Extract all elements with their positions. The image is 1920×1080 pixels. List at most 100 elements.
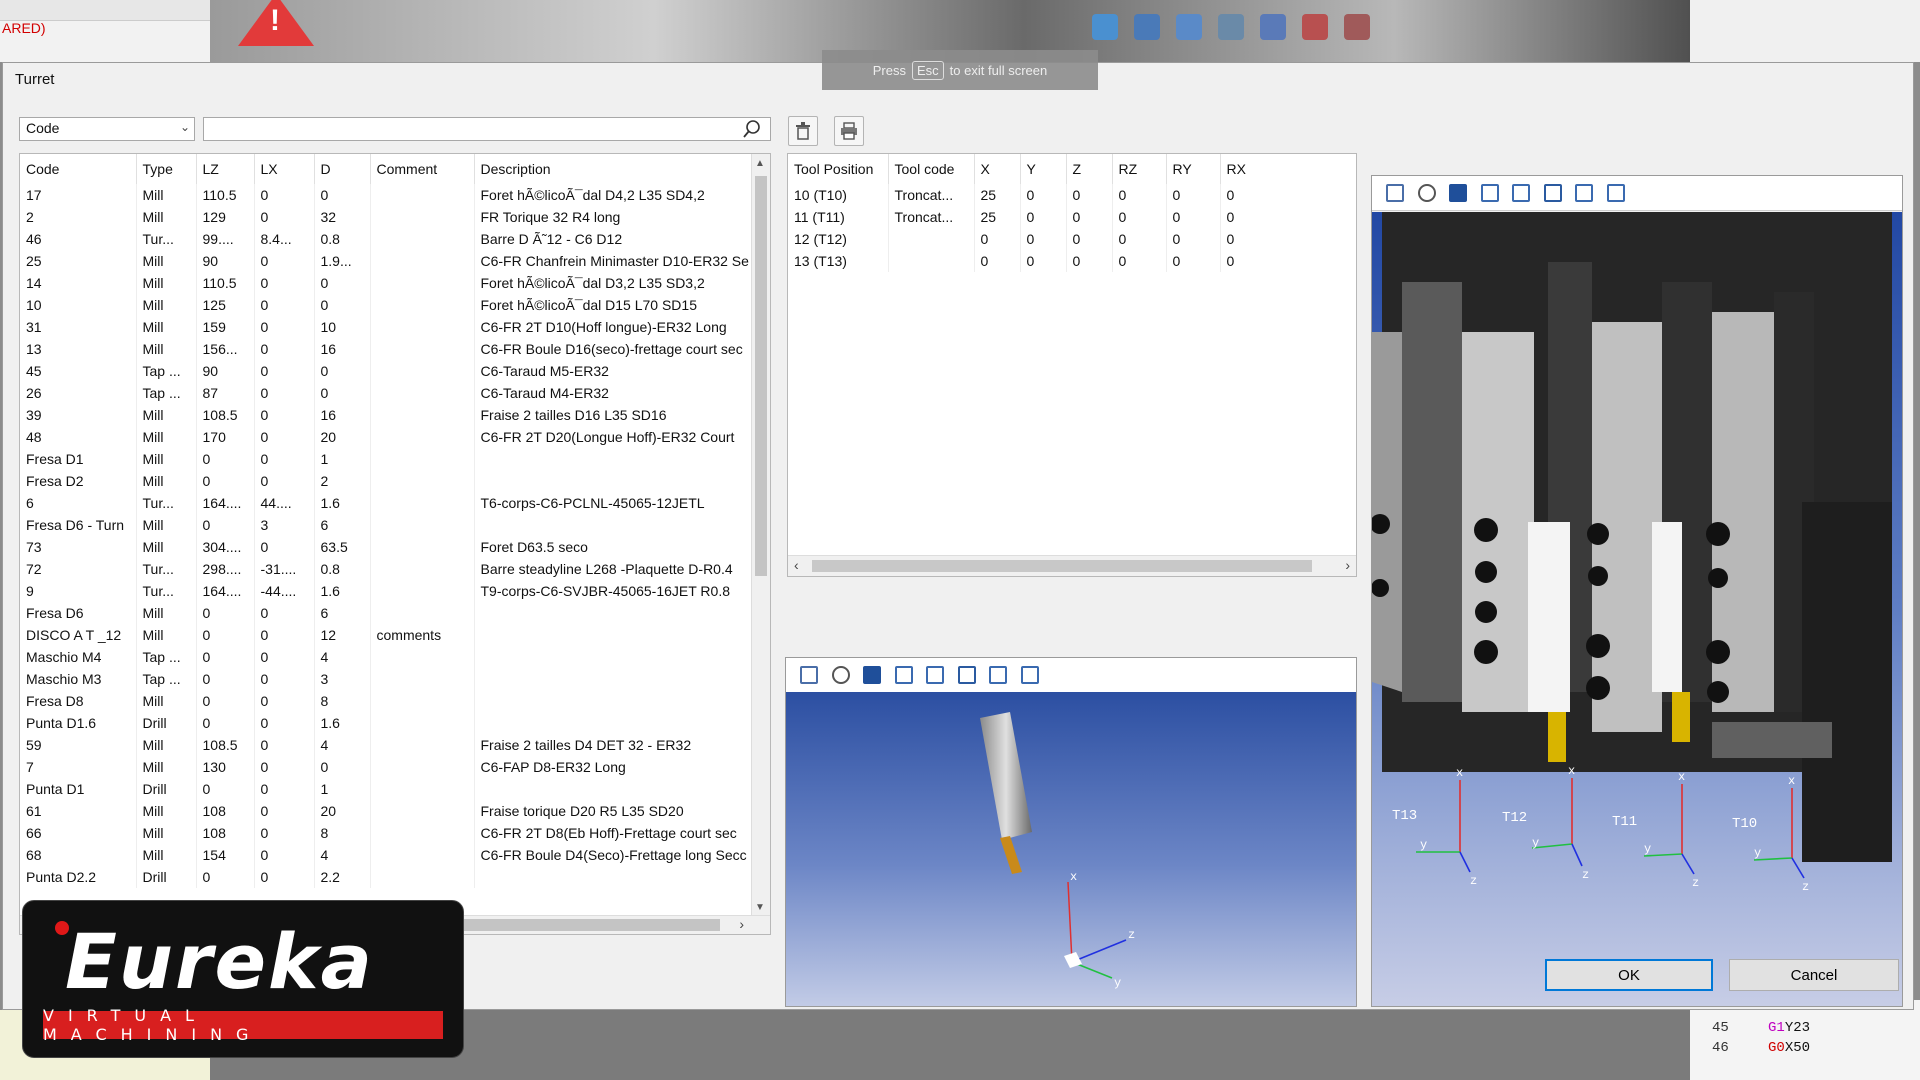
cube-outline-icon[interactable]: [1134, 14, 1160, 40]
table-row[interactable]: 31 Mill 159 0 10 C6-FR 2T D10(Hoff longue)-ER…: [20, 316, 755, 338]
column-header[interactable]: LX: [254, 154, 315, 184]
iso-view-icon[interactable]: [863, 666, 881, 684]
back-view-icon[interactable]: [1575, 184, 1593, 202]
grid-icon[interactable]: [1344, 14, 1370, 40]
scroll-up-icon[interactable]: ▲: [755, 158, 765, 169]
bottom-view-icon[interactable]: [1606, 184, 1625, 202]
side-view-icon[interactable]: [1543, 184, 1562, 202]
column-header[interactable]: RY: [1166, 154, 1221, 184]
table-row[interactable]: 10 (T10) Troncat... 25 0 0 0 0 0: [788, 184, 1356, 206]
table-row[interactable]: 9 Tur... 164.... -44.... 1.6 T9-corps-C6-SVJB…: [20, 580, 755, 602]
table-row[interactable]: 26 Tap ... 87 0 0 C6-Taraud M4-ER32: [20, 382, 755, 404]
table-row[interactable]: Punta D1.6 Drill 0 0 1.6: [20, 712, 755, 734]
table-row[interactable]: 13 (T13) 0 0 0 0 0 0: [788, 250, 1356, 272]
table-row[interactable]: 45 Tap ... 90 0 0 C6-Taraud M5-ER32: [20, 360, 755, 382]
scroll-thumb[interactable]: [812, 560, 1312, 572]
axis-z-label: z: [1692, 876, 1699, 890]
scroll-right-icon[interactable]: ›: [739, 916, 744, 932]
table-cell: 110.5: [196, 184, 255, 206]
table-row[interactable]: 6 Tur... 164.... 44.... 1.6 T6-corps-C6-PCLNL…: [20, 492, 755, 514]
column-header[interactable]: Type: [136, 154, 197, 184]
table-row[interactable]: 10 Mill 125 0 0 Foret hÃ©licoÃ¯dal D15 L70 SD…: [20, 294, 755, 316]
table-row[interactable]: DISCO A T _12 Mill 0 0 12 comments: [20, 624, 755, 646]
table-row[interactable]: Punta D2.2 Drill 0 0 2.2: [20, 866, 755, 888]
horizontal-scrollbar[interactable]: ‹ ›: [788, 555, 1356, 576]
table-row[interactable]: Fresa D6 - Turn Mill 0 3 6: [20, 514, 755, 536]
table-cell: 0: [1112, 206, 1167, 228]
scroll-thumb[interactable]: [755, 176, 767, 576]
column-header[interactable]: RZ: [1112, 154, 1167, 184]
cancel-button[interactable]: Cancel: [1729, 959, 1899, 991]
table-row[interactable]: 17 Mill 110.5 0 0 Foret hÃ©licoÃ¯dal D4,2 L35…: [20, 184, 755, 206]
filter-field-select[interactable]: Code ⌄: [19, 117, 195, 141]
table-row[interactable]: 2 Mill 129 0 32 FR Torique 32 R4 long: [20, 206, 755, 228]
table-row[interactable]: Fresa D1 Mill 0 0 1: [20, 448, 755, 470]
table-row[interactable]: Fresa D2 Mill 0 0 2: [20, 470, 755, 492]
turret-3d-canvas[interactable]: x y z x y z x y z x y z T13 T12 T11 T10: [1372, 212, 1902, 1006]
scroll-down-icon[interactable]: ▼: [755, 902, 765, 913]
table-row[interactable]: 13 Mill 156... 0 16 C6-FR Boule D16(seco)-fre…: [20, 338, 755, 360]
table-cell: C6-Taraud M4-ER32: [474, 382, 755, 404]
top-view-icon[interactable]: [926, 666, 944, 684]
cube-icon[interactable]: [1092, 14, 1118, 40]
column-header[interactable]: D: [314, 154, 371, 184]
table-row[interactable]: 7 Mill 130 0 0 C6-FAP D8-ER32 Long: [20, 756, 755, 778]
table-row[interactable]: 61 Mill 108 0 20 Fraise torique D20 R5 L35 SD…: [20, 800, 755, 822]
table-row[interactable]: 46 Tur... 99.... 8.4... 0.8 Barre D Ã˜12 - C6…: [20, 228, 755, 250]
column-header[interactable]: Z: [1066, 154, 1113, 184]
measure-icon[interactable]: [1302, 14, 1328, 40]
tool-preview-canvas[interactable]: x z y: [786, 692, 1356, 1006]
turret-3d-view[interactable]: x y z x y z x y z x y z T13 T12 T11 T10: [1371, 175, 1903, 1007]
column-header[interactable]: X: [974, 154, 1021, 184]
table-row[interactable]: Maschio M4 Tap ... 0 0 4: [20, 646, 755, 668]
table-row[interactable]: 73 Mill 304.... 0 63.5 Foret D63.5 seco: [20, 536, 755, 558]
back-view-icon[interactable]: [989, 666, 1007, 684]
column-header[interactable]: Code: [20, 154, 137, 184]
table-row[interactable]: 25 Mill 90 0 1.9... C6-FR Chanfrein Minimaste…: [20, 250, 755, 272]
table-row[interactable]: 14 Mill 110.5 0 0 Foret hÃ©licoÃ¯dal D3,2 L35…: [20, 272, 755, 294]
fit-view-icon[interactable]: [800, 666, 818, 684]
table-row[interactable]: 68 Mill 154 0 4 C6-FR Boule D4(Seco)-Frettage…: [20, 844, 755, 866]
fit-view-icon[interactable]: [1386, 184, 1404, 202]
filter-icon[interactable]: [1260, 14, 1286, 40]
table-cell: Mill: [136, 250, 197, 272]
column-header[interactable]: LZ: [196, 154, 255, 184]
table-row[interactable]: 11 (T11) Troncat... 25 0 0 0 0 0: [788, 206, 1356, 228]
top-view-icon[interactable]: [1512, 184, 1530, 202]
column-header[interactable]: Description: [474, 154, 755, 184]
table-cell: [370, 822, 475, 844]
table-row[interactable]: 48 Mill 170 0 20 C6-FR 2T D20(Longue Hoff)-ER…: [20, 426, 755, 448]
table-row[interactable]: Punta D1 Drill 0 0 1: [20, 778, 755, 800]
column-header[interactable]: Tool Position: [788, 154, 889, 184]
table-row[interactable]: 12 (T12) 0 0 0 0 0 0: [788, 228, 1356, 250]
zoom-icon[interactable]: [1218, 14, 1244, 40]
scroll-right-icon[interactable]: ›: [1345, 557, 1350, 573]
column-header[interactable]: Tool code: [888, 154, 975, 184]
table-row[interactable]: Fresa D6 Mill 0 0 6: [20, 602, 755, 624]
column-header[interactable]: RX: [1220, 154, 1356, 184]
vertical-scrollbar[interactable]: ▲ ▼: [751, 154, 770, 918]
table-row[interactable]: 59 Mill 108.5 0 4 Fraise 2 tailles D4 DET 32 …: [20, 734, 755, 756]
delete-button[interactable]: [788, 116, 818, 146]
zoom-icon[interactable]: [1417, 184, 1436, 202]
fit-view-icon[interactable]: [1176, 14, 1202, 40]
bottom-view-icon[interactable]: [1020, 666, 1039, 684]
search-icon[interactable]: [741, 118, 763, 140]
table-row[interactable]: 66 Mill 108 0 8 C6-FR 2T D8(Eb Hoff)-Frettage…: [20, 822, 755, 844]
ok-button[interactable]: OK: [1545, 959, 1713, 991]
scroll-left-icon[interactable]: ‹: [794, 557, 799, 573]
iso-view-icon[interactable]: [1449, 184, 1467, 202]
table-row[interactable]: Fresa D8 Mill 0 0 8: [20, 690, 755, 712]
table-row[interactable]: Maschio M3 Tap ... 0 0 3: [20, 668, 755, 690]
search-input[interactable]: [203, 117, 771, 141]
table-row[interactable]: 72 Tur... 298.... -31.... 0.8 Barre steadylin…: [20, 558, 755, 580]
front-view-icon[interactable]: [894, 666, 913, 684]
table-row[interactable]: 39 Mill 108.5 0 16 Fraise 2 tailles D16 L35 S…: [20, 404, 755, 426]
side-view-icon[interactable]: [957, 666, 976, 684]
column-header[interactable]: Y: [1020, 154, 1067, 184]
print-button[interactable]: [834, 116, 864, 146]
zoom-icon[interactable]: [831, 666, 850, 684]
tool-preview-view[interactable]: x z y: [785, 657, 1357, 1007]
front-view-icon[interactable]: [1480, 184, 1499, 202]
column-header[interactable]: Comment: [370, 154, 475, 184]
